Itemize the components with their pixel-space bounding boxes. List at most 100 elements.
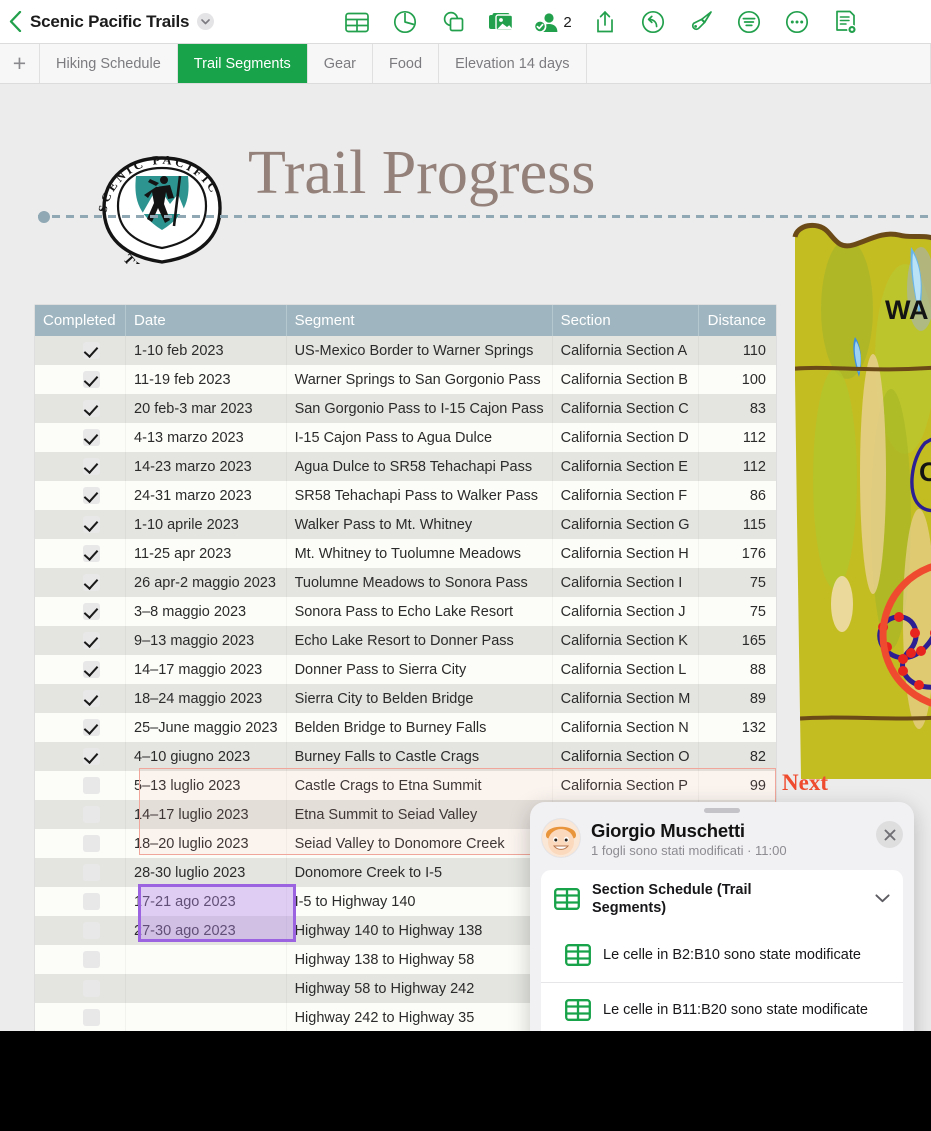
cell-date[interactable]: 9–13 maggio 2023	[125, 626, 287, 655]
cell-segment[interactable]: Highway 138 to Highway 58	[286, 945, 553, 974]
cell-completed[interactable]	[35, 1003, 127, 1031]
cell-completed[interactable]	[35, 655, 127, 684]
cell-completed[interactable]	[35, 568, 127, 597]
table-row[interactable]: 4–10 giugno 2023 Burney Falls to Castle C…	[35, 742, 776, 771]
cell-date[interactable]	[125, 945, 287, 974]
cell-section[interactable]: California Section I	[552, 568, 700, 597]
cell-distance[interactable]: 112	[698, 423, 776, 452]
cell-date[interactable]: 27-30 ago 2023	[125, 916, 287, 945]
cell-date[interactable]: 4-13 marzo 2023	[125, 423, 287, 452]
cell-completed[interactable]	[35, 858, 127, 887]
map-illustration[interactable]: WA C	[787, 219, 931, 779]
cell-segment[interactable]: Donomore Creek to I-5	[286, 858, 553, 887]
checkbox-unchecked[interactable]	[83, 1009, 100, 1026]
cell-distance[interactable]: 115	[698, 510, 776, 539]
cell-distance[interactable]: 100	[698, 365, 776, 394]
cell-completed[interactable]	[35, 394, 127, 423]
change-item[interactable]: Le celle in B11:B20 sono state modificat…	[541, 982, 903, 1031]
cell-segment[interactable]: I-15 Cajon Pass to Agua Dulce	[286, 423, 553, 452]
cell-segment[interactable]: Highway 58 to Highway 242	[286, 974, 553, 1003]
cell-segment[interactable]: Tuolumne Meadows to Sonora Pass	[286, 568, 553, 597]
chart-button[interactable]	[381, 0, 429, 44]
table-row[interactable]: 11-19 feb 2023 Warner Springs to San Gorg…	[35, 365, 776, 394]
cell-completed[interactable]	[35, 713, 127, 742]
column-header-section[interactable]: Section	[552, 305, 700, 336]
cell-section[interactable]: California Section J	[552, 597, 700, 626]
cell-segment[interactable]: Walker Pass to Mt. Whitney	[286, 510, 553, 539]
checkbox-checked[interactable]	[83, 574, 100, 591]
checkbox-unchecked[interactable]	[83, 893, 100, 910]
cell-section[interactable]: California Section H	[552, 539, 700, 568]
cell-section[interactable]: California Section F	[552, 481, 700, 510]
table-row[interactable]: 24-31 marzo 2023 SR58 Tehachapi Pass to W…	[35, 481, 776, 510]
cell-segment[interactable]: I-5 to Highway 140	[286, 887, 553, 916]
checkbox-checked[interactable]	[83, 719, 100, 736]
collaborate-button[interactable]: 2	[525, 0, 581, 44]
cell-completed[interactable]	[35, 626, 127, 655]
cell-completed[interactable]	[35, 800, 127, 829]
cell-section[interactable]: California Section M	[552, 684, 700, 713]
table-row[interactable]: 1-10 feb 2023 US-Mexico Border to Warner …	[35, 336, 776, 365]
cell-segment[interactable]: Sonora Pass to Echo Lake Resort	[286, 597, 553, 626]
cell-date[interactable]: 5–13 luglio 2023	[125, 771, 287, 800]
cell-date[interactable]: 18–20 luglio 2023	[125, 829, 287, 858]
cell-distance[interactable]: 88	[698, 655, 776, 684]
table-row[interactable]: 25–June maggio 2023 Belden Bridge to Burn…	[35, 713, 776, 742]
table-row[interactable]: 26 apr-2 maggio 2023 Tuolumne Meadows to …	[35, 568, 776, 597]
change-group-header[interactable]: Section Schedule (Trail Segments)	[541, 870, 903, 928]
table-row[interactable]: 1-10 aprile 2023 Walker Pass to Mt. Whitn…	[35, 510, 776, 539]
checkbox-unchecked[interactable]	[83, 951, 100, 968]
add-sheet-button[interactable]: +	[0, 44, 40, 83]
cell-section[interactable]: California Section D	[552, 423, 700, 452]
column-header-date[interactable]: Date	[125, 305, 287, 336]
cell-section[interactable]: California Section K	[552, 626, 700, 655]
cell-date[interactable]	[125, 1003, 287, 1031]
cell-segment[interactable]: Mt. Whitney to Tuolumne Meadows	[286, 539, 553, 568]
cell-segment[interactable]: Castle Crags to Etna Summit	[286, 771, 553, 800]
cell-date[interactable]: 20 feb-3 mar 2023	[125, 394, 287, 423]
column-header-distance[interactable]: Distance	[698, 305, 776, 336]
cell-date[interactable]	[125, 974, 287, 1003]
cell-completed[interactable]	[35, 974, 127, 1003]
cell-distance[interactable]: 83	[698, 394, 776, 423]
cell-date[interactable]: 1-10 feb 2023	[125, 336, 287, 365]
cell-section[interactable]: California Section B	[552, 365, 700, 394]
cell-completed[interactable]	[35, 597, 127, 626]
table-row[interactable]: 20 feb-3 mar 2023 San Gorgonio Pass to I-…	[35, 394, 776, 423]
checkbox-unchecked[interactable]	[83, 922, 100, 939]
organize-button[interactable]	[725, 0, 773, 44]
cell-section[interactable]: California Section C	[552, 394, 700, 423]
table-row[interactable]: 18–24 maggio 2023 Sierra City to Belden B…	[35, 684, 776, 713]
checkbox-unchecked[interactable]	[83, 835, 100, 852]
column-header-completed[interactable]: Completed	[35, 305, 127, 336]
cell-section[interactable]: California Section L	[552, 655, 700, 684]
change-item[interactable]: Le celle in B2:B10 sono state modificate	[541, 928, 903, 982]
cell-segment[interactable]: Donner Pass to Sierra City	[286, 655, 553, 684]
cell-date[interactable]: 24-31 marzo 2023	[125, 481, 287, 510]
cell-completed[interactable]	[35, 365, 127, 394]
checkbox-checked[interactable]	[83, 342, 100, 359]
table-row[interactable]: 4-13 marzo 2023 I-15 Cajon Pass to Agua D…	[35, 423, 776, 452]
cell-completed[interactable]	[35, 916, 127, 945]
table-row[interactable]: 11-25 apr 2023 Mt. Whitney to Tuolumne Me…	[35, 539, 776, 568]
cell-completed[interactable]	[35, 423, 127, 452]
cell-segment[interactable]: Warner Springs to San Gorgonio Pass	[286, 365, 553, 394]
checkbox-checked[interactable]	[83, 516, 100, 533]
cell-date[interactable]: 14–17 maggio 2023	[125, 655, 287, 684]
cell-date[interactable]: 17-21 ago 2023	[125, 887, 287, 916]
cell-completed[interactable]	[35, 510, 127, 539]
checkbox-checked[interactable]	[83, 632, 100, 649]
sheet-tab-hiking-schedule[interactable]: Hiking Schedule	[40, 44, 178, 83]
column-header-segment[interactable]: Segment	[286, 305, 553, 336]
collaboration-popup[interactable]: Giorgio Muschetti 1 fogli sono stati mod…	[530, 802, 914, 1031]
checkbox-checked[interactable]	[83, 487, 100, 504]
checkbox-checked[interactable]	[83, 400, 100, 417]
table-row[interactable]: 14-23 marzo 2023 Agua Dulce to SR58 Tehac…	[35, 452, 776, 481]
document-title-group[interactable]: Scenic Pacific Trails	[30, 12, 215, 32]
sheet-tab-trail-segments[interactable]: Trail Segments	[177, 44, 308, 83]
alignment-guide-handle[interactable]	[38, 211, 50, 223]
checkbox-checked[interactable]	[83, 748, 100, 765]
cell-distance[interactable]: 176	[698, 539, 776, 568]
cell-segment[interactable]: Etna Summit to Seiad Valley	[286, 800, 553, 829]
cell-distance[interactable]: 110	[698, 336, 776, 365]
